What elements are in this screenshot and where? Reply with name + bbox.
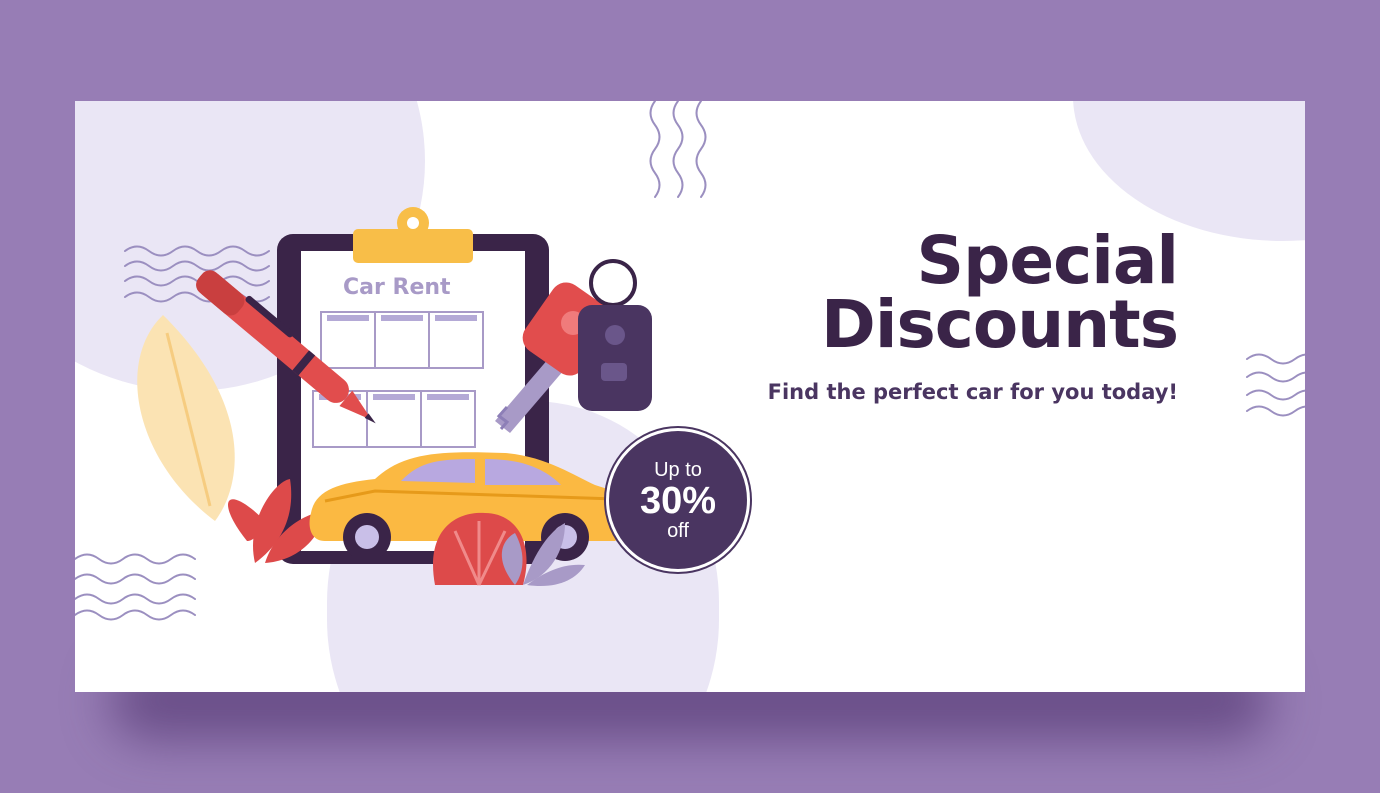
leaf-icon — [137, 315, 235, 521]
tagline: Find the perfect car for you today! — [767, 380, 1178, 404]
promo-banner: Car Rent Special Discounts Find the perf… — [75, 101, 1305, 692]
headline-line-1: Special — [916, 222, 1179, 299]
headline: Special Discounts — [821, 222, 1179, 363]
clipboard-title: Car Rent — [343, 275, 451, 300]
badge-line-1: Up to — [654, 459, 702, 481]
badge-percent: 30% — [639, 480, 717, 522]
discount-badge: Up to 30% off — [609, 431, 747, 569]
key-fob-icon — [578, 259, 652, 411]
badge-line-3: off — [667, 520, 689, 542]
headline-line-2: Discounts — [821, 286, 1179, 363]
wave-pattern-icon — [75, 553, 196, 621]
wave-pattern-icon — [649, 101, 707, 198]
wave-pattern-icon — [1246, 353, 1305, 417]
wave-pattern-icon — [124, 245, 270, 303]
